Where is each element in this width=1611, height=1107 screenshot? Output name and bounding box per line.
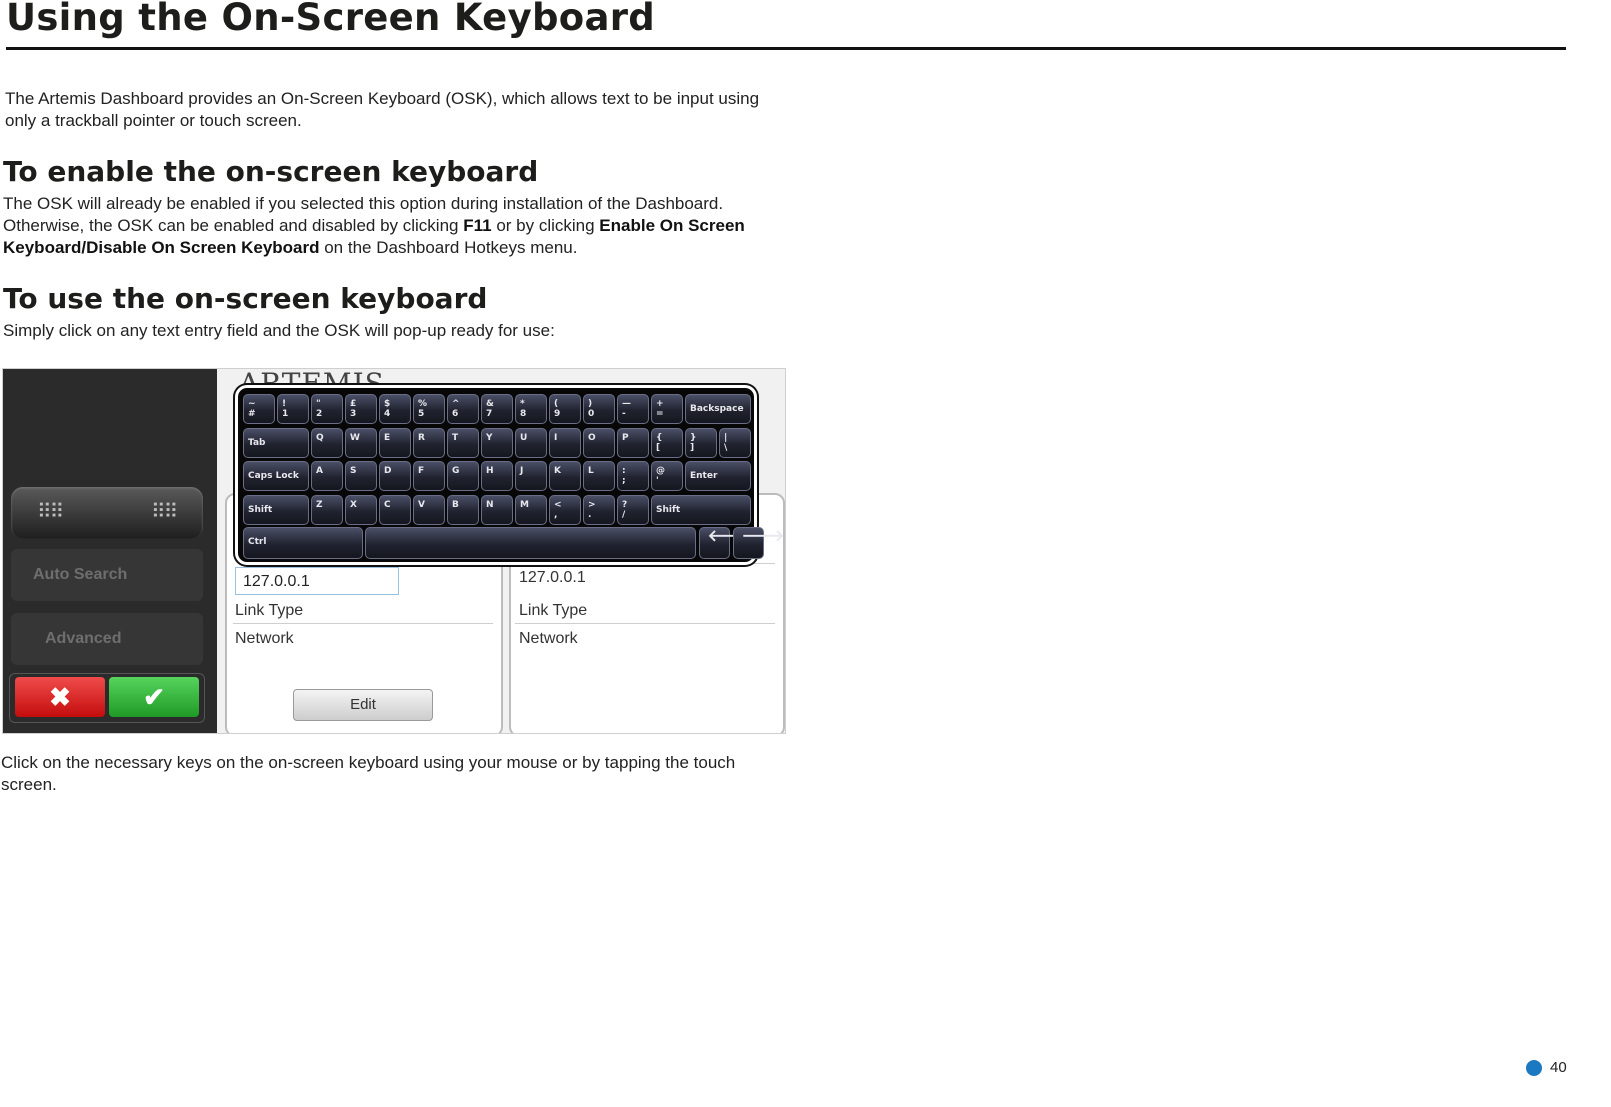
key->.[interactable]: > . <box>583 495 615 525</box>
network-label: Network <box>235 630 294 647</box>
key-g[interactable]: G <box>447 461 479 491</box>
enable-text-b: or by clicking <box>491 216 600 235</box>
key-z[interactable]: Z <box>311 495 343 525</box>
key-backspace[interactable]: Backspace <box>685 394 751 424</box>
page-title: Using the On-Screen Keyboard <box>6 0 656 39</box>
key-*8[interactable]: * 8 <box>515 394 547 424</box>
cancel-button[interactable]: ✖ <box>15 677 105 717</box>
section-heading-enable: To enable the on-screen keyboard <box>3 155 539 188</box>
key-b[interactable]: B <box>447 495 479 525</box>
key-enter[interactable]: Enter <box>685 461 751 491</box>
key-:;[interactable]: : ; <box>617 461 649 491</box>
key-shift[interactable]: Shift <box>651 495 751 525</box>
key-c[interactable]: C <box>379 495 411 525</box>
key-j[interactable]: J <box>515 461 547 491</box>
key-space[interactable] <box>365 527 697 559</box>
key-l[interactable]: L <box>583 461 615 491</box>
side-panel: ⠿⠿ ⠿⠿ Auto Search Advanced ✖ ✔ <box>3 369 217 733</box>
auto-search-button[interactable]: Auto Search <box>11 549 203 601</box>
key-+=[interactable]: + = <box>651 394 683 424</box>
section-heading-use: To use the on-screen keyboard <box>3 282 488 315</box>
key-r[interactable]: R <box>413 428 445 458</box>
enable-text-c: on the Dashboard Hotkeys menu. <box>319 238 578 257</box>
key-w[interactable]: W <box>345 428 377 458</box>
key-h[interactable]: H <box>481 461 513 491</box>
key-f[interactable]: F <box>413 461 445 491</box>
divider <box>233 623 493 624</box>
key-s[interactable]: S <box>345 461 377 491</box>
ip-address-input[interactable]: 127.0.0.1 <box>235 567 399 595</box>
key-$4[interactable]: $ 4 <box>379 394 411 424</box>
key-&7[interactable]: & 7 <box>481 394 513 424</box>
key-t[interactable]: T <box>447 428 479 458</box>
key-~#[interactable]: ~ # <box>243 394 275 424</box>
key-v[interactable]: V <box>413 495 445 525</box>
key-!1[interactable]: ! 1 <box>277 394 309 424</box>
divider <box>515 623 775 624</box>
arrow-left-key-icon[interactable]: 🡐 <box>698 527 751 559</box>
key-caps-lock[interactable]: Caps Lock <box>243 461 309 491</box>
title-divider <box>6 47 1566 50</box>
enable-bold-f11: F11 <box>463 216 492 235</box>
confirm-button[interactable]: ✔ <box>109 677 199 717</box>
on-screen-keyboard: ~ #! 1 " 2 £ 3 $ 4% 5 ^ 6 & 7 * 8( 9) 0— - + = B… <box>235 385 785 565</box>
key-<,[interactable]: < , <box>549 495 581 525</box>
key-@'[interactable]: @ ' <box>651 461 683 491</box>
key-—-[interactable]: — - <box>617 394 649 424</box>
key-tab[interactable]: Tab <box>243 428 309 458</box>
osk-screenshot: ⠿⠿ ⠿⠿ Auto Search Advanced ✖ ✔ A RT E M I S 1… <box>2 368 786 734</box>
key-^6[interactable]: ^ 6 <box>447 394 479 424</box>
link-type-label: Link Type <box>235 602 304 619</box>
intro-paragraph: The Artemis Dashboard provides an On-Scr… <box>5 89 760 130</box>
network-label-right: Network <box>519 630 578 647</box>
key-?/[interactable]: ? / <box>617 495 649 525</box>
edit-button[interactable]: Edit <box>293 689 433 721</box>
key-m[interactable]: M <box>515 495 547 525</box>
advanced-button[interactable]: Advanced <box>11 613 203 665</box>
key-n[interactable]: N <box>481 495 513 525</box>
ip-address-value: 127.0.0.1 <box>519 569 586 586</box>
key-shift[interactable]: Shift <box>243 495 309 525</box>
key-o[interactable]: O <box>583 428 615 458</box>
key-q[interactable]: Q <box>311 428 343 458</box>
grip-right-icon: ⠿⠿ <box>151 501 178 523</box>
page-dot-icon <box>1526 1060 1542 1076</box>
key-(9[interactable]: ( 9 <box>549 394 581 424</box>
key-"2[interactable]: " 2 <box>311 394 343 424</box>
link-type-label-right: Link Type <box>519 602 588 619</box>
panel-grip: ⠿⠿ ⠿⠿ <box>11 487 203 539</box>
key-k[interactable]: K <box>549 461 581 491</box>
key-ctrl[interactable]: Ctrl <box>243 527 363 559</box>
key-d[interactable]: D <box>379 461 411 491</box>
enable-paragraph: The OSK will already be enabled if you s… <box>3 193 793 259</box>
grip-left-icon: ⠿⠿ <box>37 501 64 523</box>
key-y[interactable]: Y <box>481 428 513 458</box>
key-p[interactable]: P <box>617 428 649 458</box>
instructions-paragraph: Click on the necessary keys on the on-sc… <box>1 753 736 794</box>
key-x[interactable]: X <box>345 495 377 525</box>
key-{[[interactable]: { [ <box>651 428 683 458</box>
key-£3[interactable]: £ 3 <box>345 394 377 424</box>
key-i[interactable]: I <box>549 428 581 458</box>
key-%5[interactable]: % 5 <box>413 394 445 424</box>
arrow-right-key-icon[interactable]: 🡒 <box>732 527 785 559</box>
key-|\[interactable]: | \ <box>719 428 751 458</box>
use-paragraph: Simply click on any text entry field and… <box>3 321 555 340</box>
key-)0[interactable]: ) 0 <box>583 394 615 424</box>
key-e[interactable]: E <box>379 428 411 458</box>
key-u[interactable]: U <box>515 428 547 458</box>
key-}][interactable]: } ] <box>685 428 717 458</box>
key-a[interactable]: A <box>311 461 343 491</box>
page-number: 40 <box>1550 1059 1567 1076</box>
